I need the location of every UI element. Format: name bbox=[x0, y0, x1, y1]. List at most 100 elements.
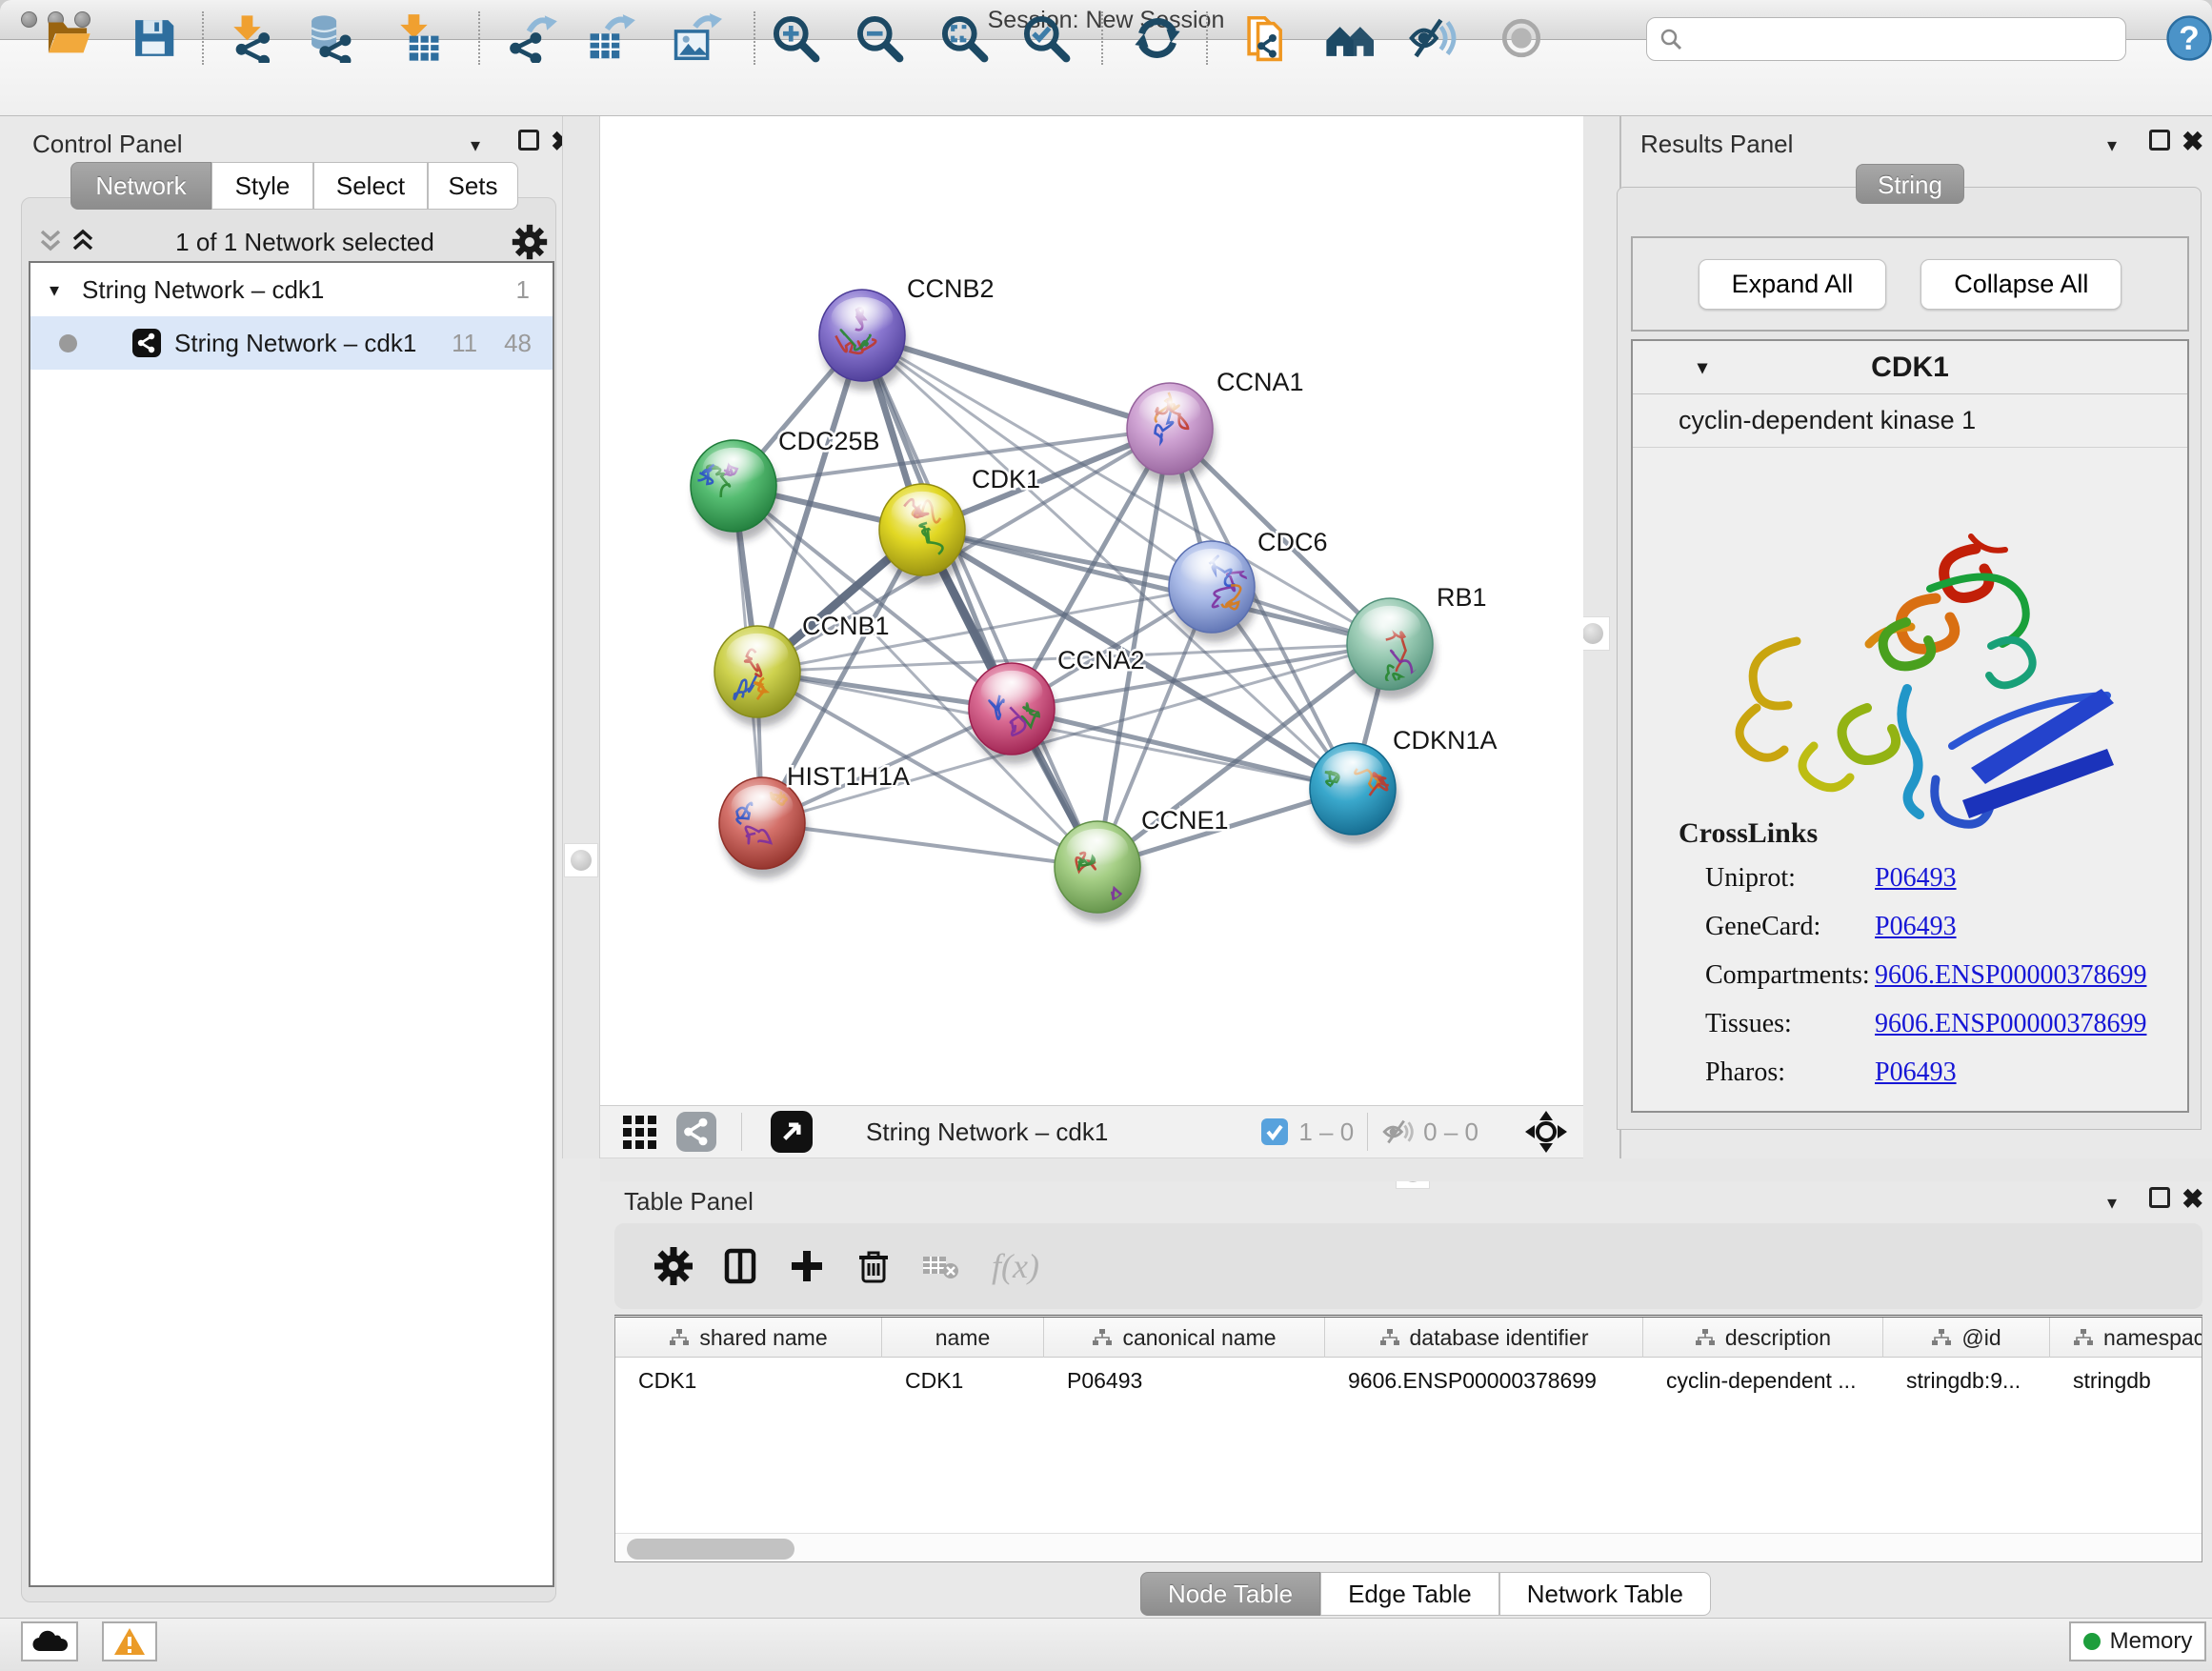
results-panel-float-icon[interactable] bbox=[2149, 130, 2170, 151]
expand-all-button[interactable]: Expand All bbox=[1699, 259, 1887, 310]
crosslink-link[interactable]: P06493 bbox=[1875, 912, 1957, 942]
column-type-icon bbox=[1379, 1328, 1400, 1347]
zoom-out-icon[interactable] bbox=[855, 13, 904, 63]
tab-edge-table[interactable]: Edge Table bbox=[1320, 1572, 1499, 1616]
network-graph[interactable]: CCNB2CCNA1CDC25BCDK1CDC6RB1CCNB1CCNA2CDK… bbox=[600, 116, 1583, 1105]
crosslink-link[interactable]: P06493 bbox=[1875, 1057, 1957, 1088]
export-table-icon[interactable] bbox=[587, 13, 636, 63]
table-row[interactable]: CDK1CDK1P064939606.ENSP00000378699cyclin… bbox=[615, 1358, 2202, 1403]
tab-sets[interactable]: Sets bbox=[428, 162, 518, 210]
hidden-counts: 0 – 0 bbox=[1423, 1117, 1478, 1147]
protein-node-CCNB2[interactable] bbox=[819, 290, 905, 381]
tab-network[interactable]: Network bbox=[70, 162, 211, 210]
protein-node-CDC6[interactable] bbox=[1169, 541, 1255, 633]
network-canvas[interactable]: CCNB2CCNA1CDC25BCDK1CDC6RB1CCNB1CCNA2CDK… bbox=[600, 116, 1583, 1105]
import-table-from-file-icon[interactable] bbox=[392, 13, 442, 63]
show-columns-icon[interactable] bbox=[719, 1245, 761, 1287]
table-panel-collapse-icon[interactable]: ▾ bbox=[2107, 1191, 2117, 1215]
column-header[interactable]: description bbox=[1643, 1318, 1883, 1358]
selected-checkbox-icon[interactable] bbox=[1260, 1117, 1289, 1146]
toolbar-divider bbox=[1367, 1113, 1368, 1151]
create-column-plus-icon[interactable] bbox=[786, 1245, 828, 1287]
tab-select[interactable]: Select bbox=[313, 162, 428, 210]
table-cell[interactable]: stringdb:9... bbox=[1883, 1358, 2050, 1403]
zoom-selected-icon[interactable] bbox=[1021, 13, 1071, 63]
table-panel-close-icon[interactable]: ✖ bbox=[2182, 1183, 2203, 1215]
help-icon[interactable]: ? bbox=[2164, 13, 2212, 63]
enhanced-graphics-eye-icon[interactable] bbox=[1407, 13, 1457, 63]
export-network-icon[interactable] bbox=[509, 13, 558, 63]
scrollbar-thumb[interactable] bbox=[627, 1539, 794, 1560]
table-options-gear-icon[interactable] bbox=[653, 1245, 694, 1287]
warnings-button[interactable] bbox=[102, 1621, 157, 1661]
protein-node-CDC25B[interactable] bbox=[691, 440, 776, 532]
table-cell[interactable]: stringdb bbox=[2050, 1358, 2202, 1403]
crosslink-label: GeneCard: bbox=[1705, 912, 1875, 942]
control-panel-float-icon[interactable] bbox=[518, 130, 539, 151]
table-cell[interactable]: CDK1 bbox=[615, 1358, 882, 1403]
protein-node-CCNA1[interactable] bbox=[1127, 383, 1213, 474]
tab-network-table[interactable]: Network Table bbox=[1499, 1572, 1711, 1616]
table-cell[interactable]: 9606.ENSP00000378699 bbox=[1325, 1358, 1643, 1403]
home-networks-icon[interactable] bbox=[1324, 13, 1374, 63]
inactive-eye-icon[interactable] bbox=[1497, 13, 1546, 63]
apply-layout-icon[interactable] bbox=[1133, 13, 1182, 63]
tab-node-table[interactable]: Node Table bbox=[1140, 1572, 1320, 1616]
table-cell[interactable]: CDK1 bbox=[882, 1358, 1044, 1403]
save-session-icon[interactable] bbox=[129, 13, 178, 63]
protein-card-expander-icon[interactable]: ▾ bbox=[1698, 355, 1707, 379]
tab-style[interactable]: Style bbox=[211, 162, 313, 210]
column-header[interactable]: name bbox=[882, 1318, 1044, 1358]
vertical-splitter-left[interactable] bbox=[562, 116, 600, 1158]
horizontal-splitter[interactable] bbox=[600, 1158, 2212, 1181]
collapse-all-button[interactable]: Collapse All bbox=[1920, 259, 2122, 310]
zoom-in-icon[interactable] bbox=[771, 13, 820, 63]
network-collection-row[interactable]: ▾ String Network – cdk1 1 bbox=[30, 263, 553, 316]
search-input[interactable] bbox=[1683, 26, 2093, 52]
protein-card-header[interactable]: ▾ CDK1 bbox=[1633, 341, 2187, 394]
table-cell[interactable]: P06493 bbox=[1044, 1358, 1325, 1403]
tab-string[interactable]: String bbox=[1856, 164, 1964, 204]
memory-button[interactable]: Memory bbox=[2069, 1621, 2206, 1661]
column-header[interactable]: shared name bbox=[615, 1318, 882, 1358]
results-panel-close-icon[interactable]: ✖ bbox=[2182, 126, 2203, 157]
table-panel-float-icon[interactable] bbox=[2149, 1187, 2170, 1208]
export-image-icon[interactable] bbox=[673, 13, 722, 63]
fit-content-crosshair-icon[interactable] bbox=[1524, 1110, 1568, 1154]
delete-column-trash-icon[interactable] bbox=[853, 1245, 895, 1287]
table-horizontal-scrollbar[interactable] bbox=[615, 1533, 2202, 1562]
crosslink-link[interactable]: 9606.ENSP00000378699 bbox=[1875, 1009, 2146, 1039]
import-network-from-database-icon[interactable] bbox=[305, 13, 354, 63]
column-header[interactable]: namespace bbox=[2050, 1318, 2202, 1358]
tree-expander-icon[interactable]: ▾ bbox=[50, 278, 59, 302]
collapse-all-networks-icon[interactable] bbox=[67, 228, 99, 256]
network-row-selected[interactable]: String Network – cdk1 11 48 bbox=[30, 316, 553, 370]
network-birdseye-icon[interactable] bbox=[676, 1112, 716, 1152]
toolbar-separator bbox=[1206, 11, 1208, 65]
protein-node-CDK1[interactable] bbox=[879, 484, 965, 575]
cloud-button[interactable] bbox=[21, 1621, 78, 1661]
protein-node-CCNA2[interactable] bbox=[969, 663, 1055, 755]
detach-view-icon[interactable] bbox=[771, 1111, 813, 1153]
table-cell[interactable]: cyclin-dependent ... bbox=[1643, 1358, 1883, 1403]
control-panel-collapse-icon[interactable]: ▾ bbox=[471, 133, 480, 157]
zoom-fit-icon[interactable] bbox=[939, 13, 989, 63]
crosslink-row: Uniprot:P06493 bbox=[1679, 863, 2155, 894]
stringapp-document-icon[interactable] bbox=[1242, 13, 1292, 63]
protein-node-CCNB1[interactable] bbox=[714, 626, 800, 717]
grid-view-icon[interactable] bbox=[621, 1112, 661, 1152]
crosslink-link[interactable]: 9606.ENSP00000378699 bbox=[1875, 960, 2146, 991]
protein-node-CCNE1[interactable] bbox=[1055, 821, 1140, 913]
column-header[interactable]: @id bbox=[1883, 1318, 2050, 1358]
open-session-icon[interactable] bbox=[43, 13, 92, 63]
crosslink-link[interactable]: P06493 bbox=[1875, 863, 1957, 894]
protein-node-HIST1H1A[interactable] bbox=[719, 777, 805, 869]
column-header[interactable]: canonical name bbox=[1044, 1318, 1325, 1358]
splitter-handle[interactable] bbox=[564, 843, 598, 877]
expand-all-networks-icon[interactable] bbox=[34, 228, 67, 256]
import-network-from-file-icon[interactable] bbox=[226, 13, 275, 63]
column-header[interactable]: database identifier bbox=[1325, 1318, 1643, 1358]
protein-node-CDKN1A[interactable] bbox=[1310, 743, 1396, 835]
results-panel-collapse-icon[interactable]: ▾ bbox=[2107, 133, 2117, 157]
network-options-gear-icon[interactable] bbox=[511, 223, 549, 261]
